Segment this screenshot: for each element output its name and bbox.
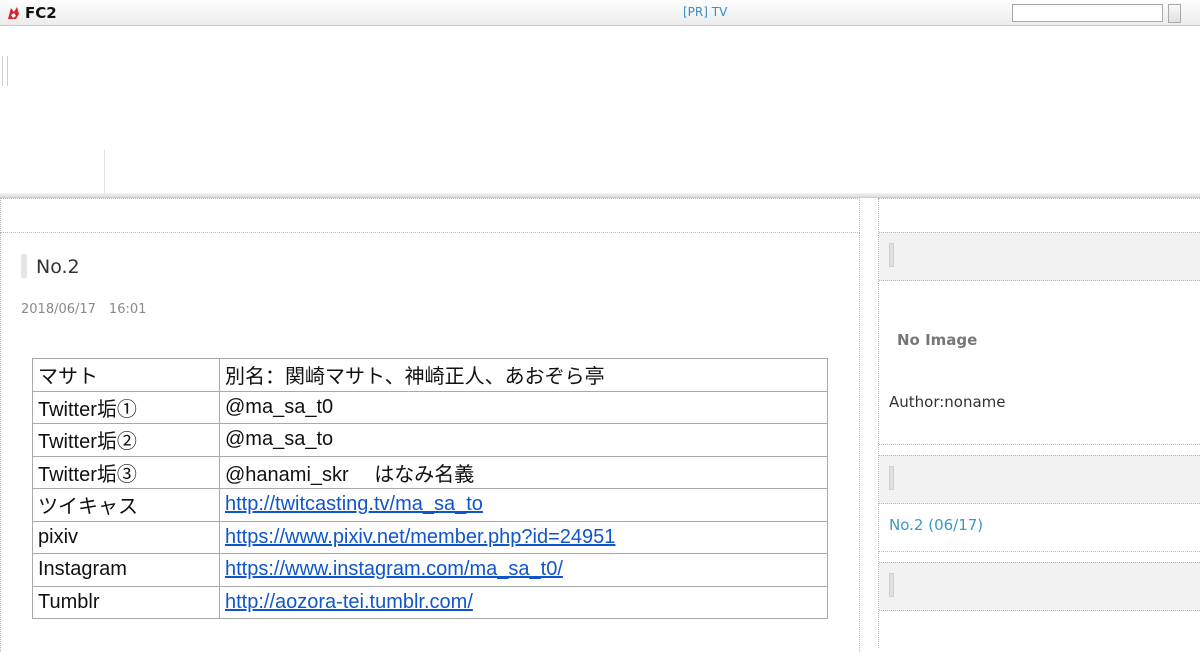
search-button[interactable]: [1168, 4, 1181, 23]
sidebar-profile-box: [879, 281, 1200, 445]
table-row: ツイキャス http://twitcasting.tv/ma_sa_to: [32, 488, 828, 522]
table-value-cell: http://aozora-tei.tumblr.com/: [219, 585, 828, 619]
table-value-cell: @ma_sa_to: [219, 423, 828, 457]
profile-table: マサト 別名：関崎マサト、神崎正人、あおぞら亭 Twitter垢① @ma_sa_t0…: [32, 358, 828, 619]
table-key-cell: pixiv: [32, 520, 220, 554]
table-key-cell: Twitter垢②: [32, 423, 220, 457]
table-row: Instagram https://www.instagram.com/ma_sa…: [32, 553, 828, 587]
table-value-cell: https://www.instagram.com/ma_sa_t0/: [219, 553, 828, 587]
table-value-cell: http://twitcasting.tv/ma_sa_to: [219, 488, 828, 522]
table-key-cell: ツイキャス: [32, 488, 220, 522]
fc2-logo-icon: [8, 7, 19, 19]
fc2-logo-link[interactable]: FC2: [6, 5, 57, 21]
table-key-cell: マサト: [32, 358, 220, 392]
table-key-cell: Twitter垢①: [32, 390, 220, 424]
sidebar-section-header: [879, 562, 1200, 611]
sidebar-header-marker: [889, 573, 894, 597]
table-row: マサト 別名：関崎マサト、神崎正人、あおぞら亭: [32, 358, 828, 392]
profile-link[interactable]: https://www.pixiv.net/member.php?id=2495…: [225, 526, 615, 548]
table-row: Tumblr http://aozora-tei.tumblr.com/: [32, 585, 828, 619]
table-value-cell: @ma_sa_t0: [219, 390, 828, 424]
header-decoration: [2, 56, 8, 86]
table-value-cell: 別名：関崎マサト、神崎正人、あおぞら亭: [219, 358, 828, 392]
table-value-cell: https://www.pixiv.net/member.php?id=2495…: [219, 520, 828, 554]
table-key-cell: Twitter垢③: [32, 455, 220, 489]
column-gutter: [860, 198, 879, 648]
profile-link[interactable]: http://twitcasting.tv/ma_sa_to: [225, 493, 483, 515]
header-nav-tab[interactable]: [0, 150, 105, 195]
sidebar-profile-header: [879, 232, 1200, 281]
entry-title-marker: [21, 254, 27, 278]
recent-entry-link[interactable]: No.2 (06/17): [889, 516, 983, 534]
sidebar-top-strip: [879, 198, 1200, 233]
sidebar-header-marker: [889, 466, 894, 490]
table-row: pixiv https://www.pixiv.net/member.php?id…: [32, 520, 828, 554]
no-image-placeholder: No Image: [897, 331, 978, 349]
table-row: Twitter垢① @ma_sa_t0: [32, 390, 828, 424]
table-key-cell: Instagram: [32, 553, 220, 587]
pr-tv-link[interactable]: [PR] TV: [683, 5, 727, 19]
profile-link[interactable]: http://aozora-tei.tumblr.com/: [225, 591, 473, 613]
table-row: Twitter垢③ @hanami_skr はなみ名義: [32, 455, 828, 489]
entry-title[interactable]: No.2: [36, 255, 80, 279]
entry-date: 2018/06/17 16:01: [21, 302, 147, 317]
profile-link[interactable]: https://www.instagram.com/ma_sa_t0/: [225, 558, 563, 580]
sidebar-header-marker: [889, 243, 894, 267]
sidebar-section-box: [879, 611, 1200, 641]
fc2-logo-text: FC2: [25, 4, 57, 22]
table-key-cell: Tumblr: [32, 585, 220, 619]
sidebar-recent-header: [879, 455, 1200, 504]
table-value-cell: @hanami_skr はなみ名義: [219, 455, 828, 489]
table-row: Twitter垢② @ma_sa_to: [32, 423, 828, 457]
fc2-header-bar: FC2 [PR] TV: [0, 0, 1200, 26]
main-top-strip: [0, 198, 860, 233]
author-name: Author:noname: [889, 393, 1006, 411]
search-input[interactable]: [1012, 4, 1163, 22]
